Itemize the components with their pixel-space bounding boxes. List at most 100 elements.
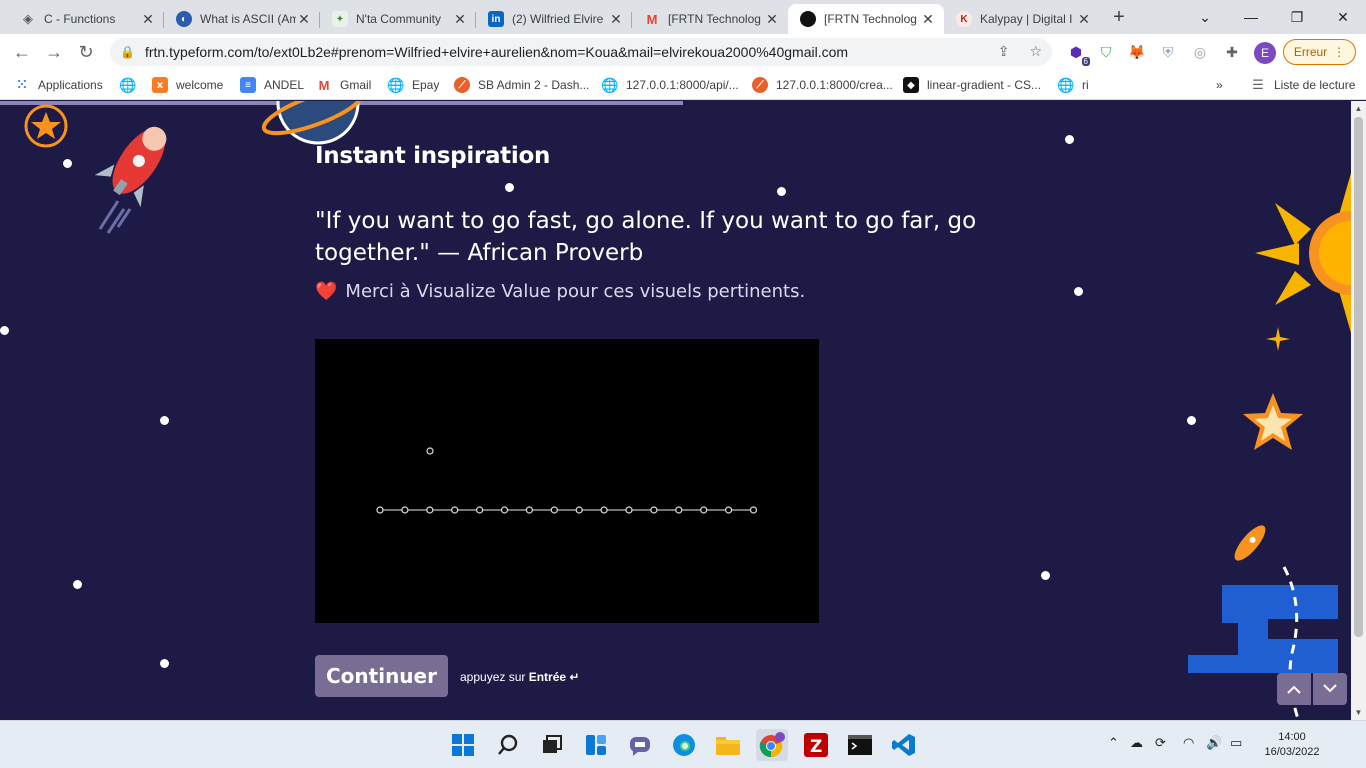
typeform-icon bbox=[800, 11, 816, 27]
sync-icon[interactable]: ⟳ bbox=[1155, 735, 1166, 751]
bookmark-api[interactable]: 🌐 127.0.0.1:8000/api/... bbox=[601, 76, 739, 94]
close-window-button[interactable]: ✕ bbox=[1320, 0, 1366, 34]
tab-kalypay[interactable]: K Kalypay | Digital I ✕ bbox=[944, 4, 1100, 34]
maximize-button[interactable]: ❐ bbox=[1274, 0, 1320, 34]
address-bar[interactable]: 🔒 frtn.typeform.com/to/ext0Lb2e#prenom=W… bbox=[110, 38, 1052, 66]
star-dot bbox=[160, 416, 169, 425]
group-dot bbox=[426, 506, 434, 514]
search-icon[interactable] bbox=[492, 729, 524, 761]
close-icon[interactable]: ✕ bbox=[1076, 11, 1092, 28]
close-icon[interactable]: ✕ bbox=[920, 11, 936, 28]
edge-browser-icon[interactable] bbox=[668, 729, 700, 761]
globe-icon: ◐ bbox=[176, 11, 192, 27]
circle-extension-icon[interactable]: ◎ bbox=[1190, 42, 1210, 62]
bookmark-andel[interactable]: ≡ ANDEL bbox=[240, 76, 304, 94]
onedrive-cloud-icon[interactable]: ☁ bbox=[1130, 735, 1143, 751]
shield-icon[interactable]: ⛨ bbox=[1158, 42, 1178, 62]
extension-puzzle-hex-icon[interactable]: ⬢ 6 bbox=[1066, 42, 1090, 66]
tab-ascii[interactable]: ◐ What is ASCII (American ✕ bbox=[164, 4, 320, 34]
bookmark-epay[interactable]: 🌐 Epay bbox=[387, 76, 439, 94]
widgets-icon[interactable] bbox=[580, 729, 612, 761]
gmail-icon: M bbox=[318, 77, 330, 93]
group-dot bbox=[700, 506, 708, 514]
bookmark-gmail[interactable]: M Gmail bbox=[316, 76, 372, 94]
close-icon[interactable]: ✕ bbox=[764, 11, 780, 28]
new-tab-button[interactable]: + bbox=[1106, 6, 1132, 30]
share-icon[interactable]: ⇪ bbox=[998, 43, 1010, 60]
tab-nta-community[interactable]: ✦ N'ta Community ✕ bbox=[320, 4, 476, 34]
group-dot bbox=[650, 506, 658, 514]
diamond-icon: ◈ bbox=[23, 11, 33, 26]
close-icon[interactable]: ✕ bbox=[296, 11, 312, 28]
terminal-icon[interactable] bbox=[844, 729, 876, 761]
continue-button[interactable]: Continuer bbox=[315, 655, 448, 697]
tab-typeform-active[interactable]: [FRTN Technolog ✕ bbox=[788, 4, 944, 34]
task-view-icon[interactable] bbox=[536, 729, 568, 761]
star-icon bbox=[1243, 393, 1303, 450]
dots-line-visual bbox=[376, 447, 758, 514]
minimize-button[interactable]: — bbox=[1228, 0, 1274, 34]
tab-title: N'ta Community bbox=[356, 12, 441, 26]
arrow-left-icon: ← bbox=[13, 41, 31, 62]
group-dot bbox=[401, 506, 409, 514]
tab-c-functions[interactable]: ◈ C - Functions ✕ bbox=[8, 4, 164, 34]
vscode-icon[interactable] bbox=[888, 729, 920, 761]
bookmark-create[interactable]: ⟋ 127.0.0.1:8000/crea... bbox=[752, 76, 893, 94]
windows-start-icon[interactable] bbox=[447, 729, 479, 761]
bookmarks-bar: ⁙ Applications 🌐 ⅹ welcome ≡ ANDEL M Gma… bbox=[0, 70, 1366, 100]
scrollbar-thumb[interactable] bbox=[1354, 117, 1363, 637]
profile-avatar[interactable]: E bbox=[1254, 42, 1276, 64]
bookmark-ri[interactable]: 🌐 ri bbox=[1057, 76, 1088, 94]
close-icon[interactable]: ✕ bbox=[452, 11, 468, 28]
bookmark-linear-gradient[interactable]: ◆ linear-gradient - CS... bbox=[903, 76, 1041, 94]
scroll-down-arrow-icon[interactable]: ▼ bbox=[1351, 705, 1366, 720]
system-clock[interactable]: 14:00 16/03/2022 bbox=[1256, 730, 1328, 760]
error-update-button[interactable]: Erreur ⋮ bbox=[1283, 39, 1356, 65]
bookmark-globe[interactable]: 🌐 bbox=[119, 76, 144, 94]
extensions-puzzle-icon[interactable]: ✚ bbox=[1222, 42, 1242, 62]
bookmarks-overflow-button[interactable]: » bbox=[1216, 76, 1223, 94]
star-dot bbox=[63, 159, 72, 168]
bookmark-label: 127.0.0.1:8000/api/... bbox=[626, 78, 739, 92]
reload-button[interactable]: ↻ bbox=[72, 38, 100, 66]
sb-icon: ⟋ bbox=[454, 77, 470, 93]
next-question-button[interactable] bbox=[1313, 673, 1347, 705]
volume-icon[interactable]: 🔊 bbox=[1206, 735, 1222, 751]
tab-linkedin[interactable]: in (2) Wilfried Elvire ✕ bbox=[476, 4, 632, 34]
filezilla-icon[interactable]: Z bbox=[800, 729, 832, 761]
codepen-icon: ◆ bbox=[903, 77, 919, 93]
group-dot bbox=[675, 506, 683, 514]
file-explorer-icon[interactable] bbox=[712, 729, 744, 761]
group-dot bbox=[575, 506, 583, 514]
tab-search-button[interactable]: ⌄ bbox=[1182, 0, 1228, 34]
battery-icon[interactable]: ▭ bbox=[1230, 735, 1242, 751]
nta-icon: ✦ bbox=[332, 11, 348, 27]
clock-date: 16/03/2022 bbox=[1264, 746, 1320, 758]
previous-question-button[interactable] bbox=[1277, 673, 1311, 705]
forward-button[interactable]: → bbox=[40, 38, 68, 66]
bookmark-sb-admin[interactable]: ⟋ SB Admin 2 - Dash... bbox=[454, 76, 589, 94]
bookmark-label: Applications bbox=[38, 78, 103, 92]
metamask-fox-icon[interactable]: 🦊 bbox=[1127, 42, 1147, 62]
teams-chat-icon[interactable] bbox=[624, 729, 656, 761]
bookmark-applications[interactable]: ⁙ Applications bbox=[14, 76, 103, 94]
shield-check-icon[interactable]: ⛉ bbox=[1096, 42, 1116, 62]
scroll-up-arrow-icon[interactable]: ▲ bbox=[1351, 101, 1366, 116]
chrome-icon[interactable] bbox=[756, 729, 788, 761]
bookmark-welcome[interactable]: ⅹ welcome bbox=[152, 76, 223, 94]
heart-icon: ❤️ bbox=[315, 281, 338, 302]
tab-strip: ◈ C - Functions ✕ ◐ What is ASCII (Ameri… bbox=[0, 0, 1366, 34]
close-icon[interactable]: ✕ bbox=[140, 11, 156, 28]
star-dot bbox=[73, 580, 82, 589]
reading-list-button[interactable]: ☰ Liste de lecture bbox=[1250, 76, 1355, 94]
page-scrollbar[interactable]: ▲ ▼ bbox=[1351, 101, 1366, 720]
back-button[interactable]: ← bbox=[8, 38, 36, 66]
url-text[interactable]: frtn.typeform.com/to/ext0Lb2e#prenom=Wil… bbox=[145, 44, 848, 60]
chevron-up-icon[interactable]: ⌃ bbox=[1108, 735, 1119, 751]
star-dot bbox=[505, 183, 514, 192]
tab-gmail-frtn[interactable]: M [FRTN Technolog ✕ bbox=[632, 4, 788, 34]
bookmark-star-icon[interactable]: ☆ bbox=[1029, 43, 1042, 60]
bookmark-label: welcome bbox=[176, 78, 224, 92]
wifi-icon[interactable]: ◠ bbox=[1183, 735, 1194, 751]
close-icon[interactable]: ✕ bbox=[608, 11, 624, 28]
